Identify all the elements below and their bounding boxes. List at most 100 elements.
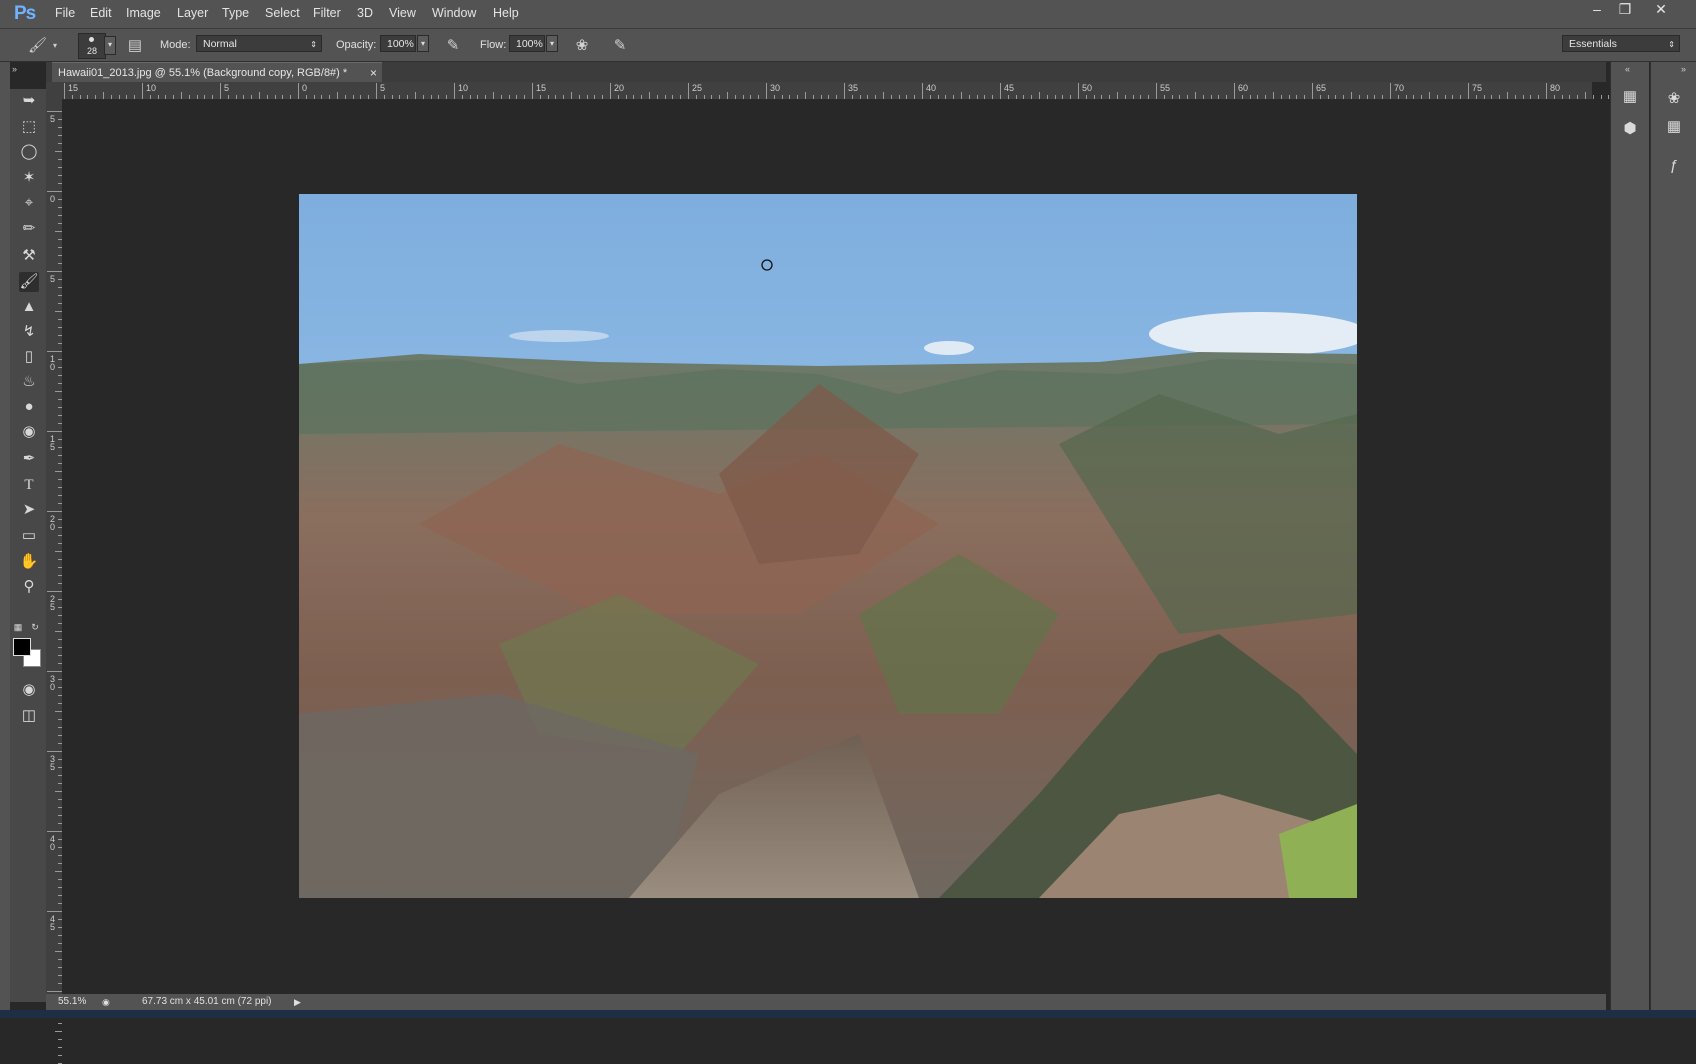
- magic-wand-tool-icon[interactable]: ✶: [19, 168, 39, 188]
- pen-tool-icon[interactable]: ✒: [19, 449, 39, 469]
- menu-3d[interactable]: 3D: [357, 6, 373, 20]
- styles-panel-icon[interactable]: ƒ: [1663, 155, 1685, 177]
- status-menu-arrow-icon[interactable]: ▶: [294, 994, 301, 1010]
- lasso-tool-icon[interactable]: ◯: [19, 142, 39, 162]
- menu-window[interactable]: Window: [432, 6, 476, 20]
- eraser-tool-icon[interactable]: ▯: [19, 347, 39, 367]
- zoom-level[interactable]: 55.1%: [58, 994, 86, 1010]
- workspace-select[interactable]: Essentials ⇕: [1562, 35, 1680, 52]
- menu-view[interactable]: View: [389, 6, 416, 20]
- menu-select[interactable]: Select: [265, 6, 300, 20]
- crop-tool-icon[interactable]: ⌖: [19, 193, 39, 213]
- ruler-h-label: 80: [1550, 83, 1561, 93]
- path-selection-tool-icon[interactable]: ➤: [19, 500, 39, 520]
- airbrush-icon[interactable]: ❀: [573, 37, 591, 55]
- brush-tool-preset-icon[interactable]: 🖌: [28, 37, 47, 55]
- brush-picker-chevron-icon[interactable]: ▾: [104, 36, 116, 55]
- brush-size-picker[interactable]: 28: [78, 33, 106, 59]
- mode-select[interactable]: Normal ⇕: [196, 35, 322, 52]
- ruler-tick: [469, 95, 471, 99]
- close-tab-icon[interactable]: ×: [370, 63, 377, 83]
- minimize-button[interactable]: –: [1582, 0, 1612, 20]
- ruler-tick: [305, 95, 307, 99]
- ruler-tick: [47, 191, 62, 192]
- properties-panel-icon[interactable]: ▦: [1619, 86, 1641, 108]
- clone-stamp-tool-icon[interactable]: ▲: [19, 297, 39, 317]
- toolbar-collapse-strip[interactable]: [0, 62, 10, 1018]
- history-brush-tool-icon[interactable]: ↯: [19, 322, 39, 342]
- ruler-h-label: 35: [848, 83, 859, 93]
- color-panel-icon[interactable]: ❀: [1663, 88, 1685, 110]
- ruler-tick: [766, 83, 767, 99]
- pressure-opacity-icon[interactable]: ✎: [444, 37, 462, 55]
- flow-chevron-icon[interactable]: ▾: [546, 35, 558, 52]
- ruler-tick: [929, 95, 931, 99]
- document-image[interactable]: [299, 194, 1357, 898]
- eyedropper-tool-icon[interactable]: ✏: [19, 219, 39, 239]
- screen-mode-icon[interactable]: ◫: [19, 706, 39, 726]
- ruler-tick: [945, 95, 947, 99]
- quick-mask-icon[interactable]: ◉: [19, 680, 39, 700]
- ruler-tick: [1390, 83, 1391, 99]
- blur-tool-icon[interactable]: ●: [19, 397, 39, 417]
- ruler-tick: [1335, 95, 1337, 99]
- ruler-tick: [360, 95, 362, 99]
- horizontal-ruler[interactable]: 15 10 5 0 5 10 15 20 25 30 35 40 45 50 55 60 65 70 75 80: [62, 82, 1618, 100]
- ruler-tick: [1234, 83, 1235, 99]
- menu-type[interactable]: Type: [222, 6, 249, 20]
- opacity-chevron-icon[interactable]: ▾: [417, 35, 429, 52]
- swatches-panel-icon[interactable]: ▦: [1663, 116, 1685, 138]
- ruler-tick: [227, 95, 229, 99]
- menu-help[interactable]: Help: [493, 6, 519, 20]
- swap-colors-icon[interactable]: ↻: [28, 617, 42, 632]
- menu-image[interactable]: Image: [126, 6, 161, 20]
- ruler-tick: [758, 95, 760, 99]
- chevron-down-icon[interactable]: ▾: [50, 37, 60, 55]
- collapse-panels-icon[interactable]: »: [1681, 64, 1686, 74]
- foreground-color-swatch[interactable]: [13, 638, 31, 656]
- type-tool-icon[interactable]: T: [19, 475, 39, 495]
- ruler-tick: [664, 95, 666, 99]
- mode-label: Mode:: [160, 39, 191, 51]
- close-button[interactable]: ✕: [1646, 0, 1676, 20]
- 3d-panel-icon[interactable]: ⬢: [1619, 118, 1641, 140]
- default-colors-icon[interactable]: ▦: [11, 617, 25, 632]
- restore-button[interactable]: ❐: [1610, 0, 1640, 20]
- expand-panels-icon[interactable]: «: [1625, 64, 1630, 74]
- collapse-arrows-icon[interactable]: »: [12, 64, 17, 74]
- status-bar: 55.1% ◉ 67.73 cm x 45.01 cm (72 ppi) ▶: [46, 994, 1606, 1010]
- ruler-tick: [188, 95, 190, 99]
- document-tab[interactable]: Hawaii01_2013.jpg @ 55.1% (Background co…: [52, 62, 382, 82]
- status-info-icon[interactable]: ◉: [102, 994, 110, 1010]
- hand-tool-icon[interactable]: ✋: [19, 552, 39, 572]
- ruler-v-label: 5: [50, 274, 56, 284]
- flow-input[interactable]: 100%: [509, 35, 545, 52]
- ruler-tick: [1132, 95, 1134, 99]
- ruler-tick: [1140, 95, 1142, 99]
- ruler-tick: [976, 95, 978, 99]
- paint-bucket-tool-icon[interactable]: ♨: [19, 372, 39, 392]
- menu-layer[interactable]: Layer: [177, 6, 208, 20]
- move-tool-icon[interactable]: ➥: [19, 91, 39, 111]
- ruler-tick: [58, 1055, 62, 1056]
- ruler-tick: [259, 92, 260, 99]
- ruler-tick: [55, 471, 62, 472]
- ruler-tick: [906, 95, 908, 99]
- menu-filter[interactable]: Filter: [313, 6, 341, 20]
- brush-panel-toggle-icon[interactable]: ▤: [126, 37, 144, 55]
- ruler-origin[interactable]: [46, 82, 62, 99]
- pressure-size-icon[interactable]: ✎: [611, 37, 629, 55]
- opacity-input[interactable]: 100%: [380, 35, 416, 52]
- vertical-ruler[interactable]: 505101520253035404550: [46, 99, 63, 1064]
- rectangle-tool-icon[interactable]: ▭: [19, 526, 39, 546]
- menu-edit[interactable]: Edit: [90, 6, 112, 20]
- dodge-tool-icon[interactable]: ◉: [19, 422, 39, 442]
- ruler-tick: [836, 95, 838, 99]
- menu-file[interactable]: File: [55, 6, 75, 20]
- menu-bar: Ps File Edit Image Layer Type Select Fil…: [0, 0, 1696, 29]
- brush-tool-icon[interactable]: 🖌: [19, 272, 39, 292]
- zoom-tool-icon[interactable]: ⚲: [19, 577, 39, 597]
- healing-brush-tool-icon[interactable]: ⚒: [19, 246, 39, 266]
- marquee-tool-icon[interactable]: ⬚: [19, 117, 39, 137]
- ruler-tick: [110, 95, 112, 99]
